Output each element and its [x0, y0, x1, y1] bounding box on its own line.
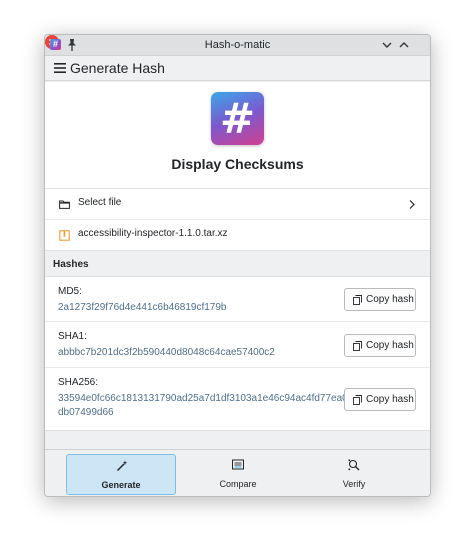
window-title: Hash-o-matic — [204, 39, 271, 51]
hero-section: # Display Checksums — [45, 82, 430, 189]
hero-title: Display Checksums — [171, 156, 304, 172]
hash-name: SHA1: — [58, 331, 87, 342]
hash-name: SHA256: — [58, 377, 99, 388]
hash-value: 33594e0fc66c1813131790ad25a7d1df3103a1e4… — [58, 393, 348, 418]
select-file-label: Select file — [78, 197, 122, 208]
nav-tab-verify[interactable]: Verify — [299, 454, 409, 495]
hash-row-sha1: SHA1: abbbc7b201dc3f2b590440d8048c64cae5… — [45, 322, 430, 368]
hash-app-icon: # — [211, 92, 264, 145]
title-bar[interactable]: # Hash-o-matic — [45, 35, 430, 56]
copy-sha1-button[interactable]: Copy hash — [344, 334, 416, 357]
nav-label: Generate — [101, 480, 141, 490]
archive-icon — [59, 230, 70, 241]
copy-sha256-button[interactable]: Copy hash — [344, 388, 416, 411]
file-list: Select file accessibility-inspector-1.1.… — [45, 189, 430, 251]
compare-icon — [232, 459, 244, 470]
nav-label: Compare — [219, 479, 257, 489]
selected-file-name: accessibility-inspector-1.1.0.tar.xz — [78, 228, 228, 239]
maximize-icon[interactable] — [397, 38, 411, 52]
nav-tab-compare[interactable]: Compare — [183, 454, 293, 495]
minimize-icon[interactable] — [380, 38, 394, 52]
hash-glyph: # — [219, 94, 256, 143]
main-content: # Display Checksums Select file accessib… — [45, 82, 430, 449]
hashes-section-label: Hashes — [53, 259, 89, 270]
hash-name: MD5: — [58, 286, 82, 297]
copy-md5-button[interactable]: Copy hash — [344, 288, 416, 311]
copy-button-label: Copy hash — [366, 394, 414, 405]
hash-value: abbbc7b201dc3f2b590440d8048c64cae57400c2 — [58, 347, 275, 358]
verify-icon — [348, 459, 360, 471]
select-file-row[interactable]: Select file — [45, 189, 430, 220]
hamburger-icon[interactable] — [54, 62, 66, 74]
nav-label: Verify — [342, 479, 366, 489]
folder-icon — [59, 200, 70, 209]
copy-icon — [353, 341, 362, 351]
copy-button-label: Copy hash — [366, 294, 414, 305]
nav-tab-generate[interactable]: Generate — [66, 454, 176, 495]
copy-icon — [353, 295, 362, 305]
page-title: Generate Hash — [70, 60, 165, 76]
copy-button-label: Copy hash — [366, 340, 414, 351]
chevron-right-icon — [409, 200, 415, 209]
selected-file-row: accessibility-inspector-1.1.0.tar.xz — [45, 220, 430, 251]
copy-icon — [353, 395, 362, 405]
magic-wand-icon — [116, 460, 128, 472]
hash-row-sha256: SHA256: 33594e0fc66c1813131790ad25a7d1df… — [45, 368, 430, 431]
hash-value: 2a1273f29f76d4e441c6b46819cf179b — [58, 302, 227, 313]
hash-row-md5: MD5: 2a1273f29f76d4e441c6b46819cf179b Co… — [45, 277, 430, 322]
hashes-card: MD5: 2a1273f29f76d4e441c6b46819cf179b Co… — [45, 276, 430, 431]
page-header: Generate Hash — [45, 56, 430, 81]
app-window: # Hash-o-matic Generate Hash # Display C… — [44, 34, 431, 497]
bottom-navigation: Generate Compare Verify — [45, 449, 430, 496]
